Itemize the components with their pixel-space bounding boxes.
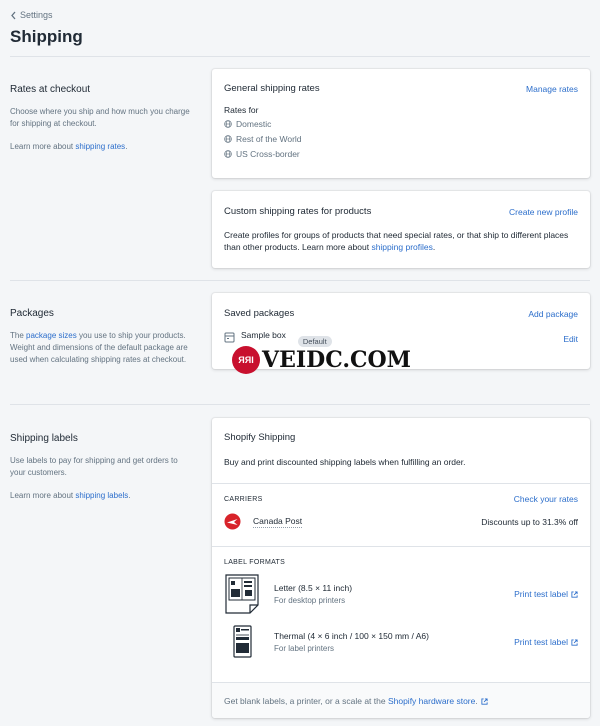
globe-icon	[224, 135, 232, 143]
divider	[10, 280, 590, 281]
format-row-thermal: Thermal (4 × 6 inch / 100 × 150 mm / A6)…	[224, 624, 578, 660]
labels-section-heading: Shipping labels	[10, 433, 78, 444]
carrier-row: Canada Post Discounts up to 31.3% off	[224, 513, 578, 530]
zone-domestic[interactable]: Domestic	[224, 117, 578, 132]
rates-for-label: Rates for	[224, 105, 259, 115]
carrier-name: Canada Post	[253, 515, 303, 528]
rates-learn-more: Learn more about shipping rates.	[10, 142, 128, 151]
external-link-icon	[571, 591, 578, 598]
add-package-link[interactable]: Add package	[528, 309, 578, 319]
edit-package-link[interactable]: Edit	[563, 334, 578, 344]
zone-us-cross-border[interactable]: US Cross-border	[224, 147, 578, 162]
format-name: Thermal (4 × 6 inch / 100 × 150 mm / A6)	[274, 631, 429, 641]
package-sizes-link[interactable]: package sizes	[26, 331, 77, 340]
watermark-logo: ЯЯI VEIDC.COM	[232, 346, 411, 374]
divider	[10, 56, 590, 57]
rates-section-description: Choose where you ship and how much you c…	[10, 107, 190, 128]
label-formats-heading: LABEL FORMATS	[224, 559, 286, 566]
check-your-rates-link[interactable]: Check your rates	[514, 494, 578, 504]
rates-section-header: Rates at checkout Choose where you ship …	[10, 84, 190, 164]
shopify-shipping-card: Shopify Shipping Buy and print discounte…	[212, 418, 590, 718]
shopify-hardware-store-link[interactable]: Shopify hardware store	[388, 696, 475, 706]
globe-icon	[224, 120, 232, 128]
shopify-shipping-title: Shopify Shipping	[224, 432, 296, 443]
print-test-label-letter-link[interactable]: Print test label	[514, 589, 578, 599]
shipping-rates-link[interactable]: shipping rates	[75, 142, 125, 151]
package-name: Sample box	[241, 330, 286, 340]
shipping-labels-link[interactable]: shipping labels	[75, 491, 128, 500]
thermal-label-icon	[233, 625, 252, 658]
divider	[10, 404, 590, 405]
globe-icon	[224, 150, 232, 158]
format-detail: For label printers	[274, 644, 335, 653]
labels-learn-more: Learn more about shipping labels.	[10, 491, 131, 500]
packages-section-description: The package sizes you use to ship your p…	[10, 331, 188, 364]
package-box-icon	[224, 332, 235, 343]
custom-rates-card: Custom shipping rates for products Creat…	[212, 191, 590, 268]
hardware-store-footer: Get blank labels, a printer, or a scale …	[212, 682, 590, 718]
external-link-icon	[481, 697, 488, 705]
back-label: Settings	[20, 10, 53, 20]
create-new-profile-link[interactable]: Create new profile	[509, 207, 578, 217]
chevron-left-icon	[11, 11, 16, 19]
page-title: Shipping	[10, 27, 83, 46]
back-to-settings-link[interactable]: Settings	[10, 10, 53, 20]
format-row-letter: Letter (8.5 × 11 inch) For desktop print…	[224, 572, 578, 616]
format-detail: For desktop printers	[274, 596, 346, 605]
canada-post-logo-icon	[224, 513, 241, 530]
custom-rates-title: Custom shipping rates for products	[224, 206, 372, 217]
custom-rates-description: Create profiles for groups of products t…	[224, 230, 569, 252]
shopify-shipping-description: Buy and print discounted shipping labels…	[224, 457, 466, 467]
labels-section-description: Use labels to pay for shipping and get o…	[10, 456, 178, 477]
general-rates-card: General shipping rates Manage rates Rate…	[212, 69, 590, 178]
format-name: Letter (8.5 × 11 inch)	[274, 583, 353, 593]
watermark-text: VEIDC.COM	[262, 347, 412, 373]
watermark-badge: ЯЯI	[232, 346, 260, 374]
packages-section-header: Packages The package sizes you use to sh…	[10, 308, 190, 377]
carrier-discount: Discounts up to 31.3% off	[481, 516, 578, 527]
print-test-label-thermal-link[interactable]: Print test label	[514, 637, 578, 647]
labels-section-header: Shipping labels Use labels to pay for sh…	[10, 433, 190, 513]
general-rates-title: General shipping rates	[224, 83, 320, 94]
packages-section-heading: Packages	[10, 308, 54, 319]
rates-section-heading: Rates at checkout	[10, 84, 91, 95]
letter-label-icon	[225, 574, 259, 614]
carriers-heading: CARRIERS	[224, 495, 263, 503]
manage-rates-link[interactable]: Manage rates	[526, 84, 578, 94]
zone-rest-of-world[interactable]: Rest of the World	[224, 132, 578, 147]
saved-packages-title: Saved packages	[224, 308, 295, 319]
external-link-icon	[571, 639, 578, 646]
hardware-footer-text: Get blank labels, a printer, or a scale …	[224, 696, 488, 706]
shipping-profiles-link[interactable]: shipping profiles	[371, 242, 432, 252]
